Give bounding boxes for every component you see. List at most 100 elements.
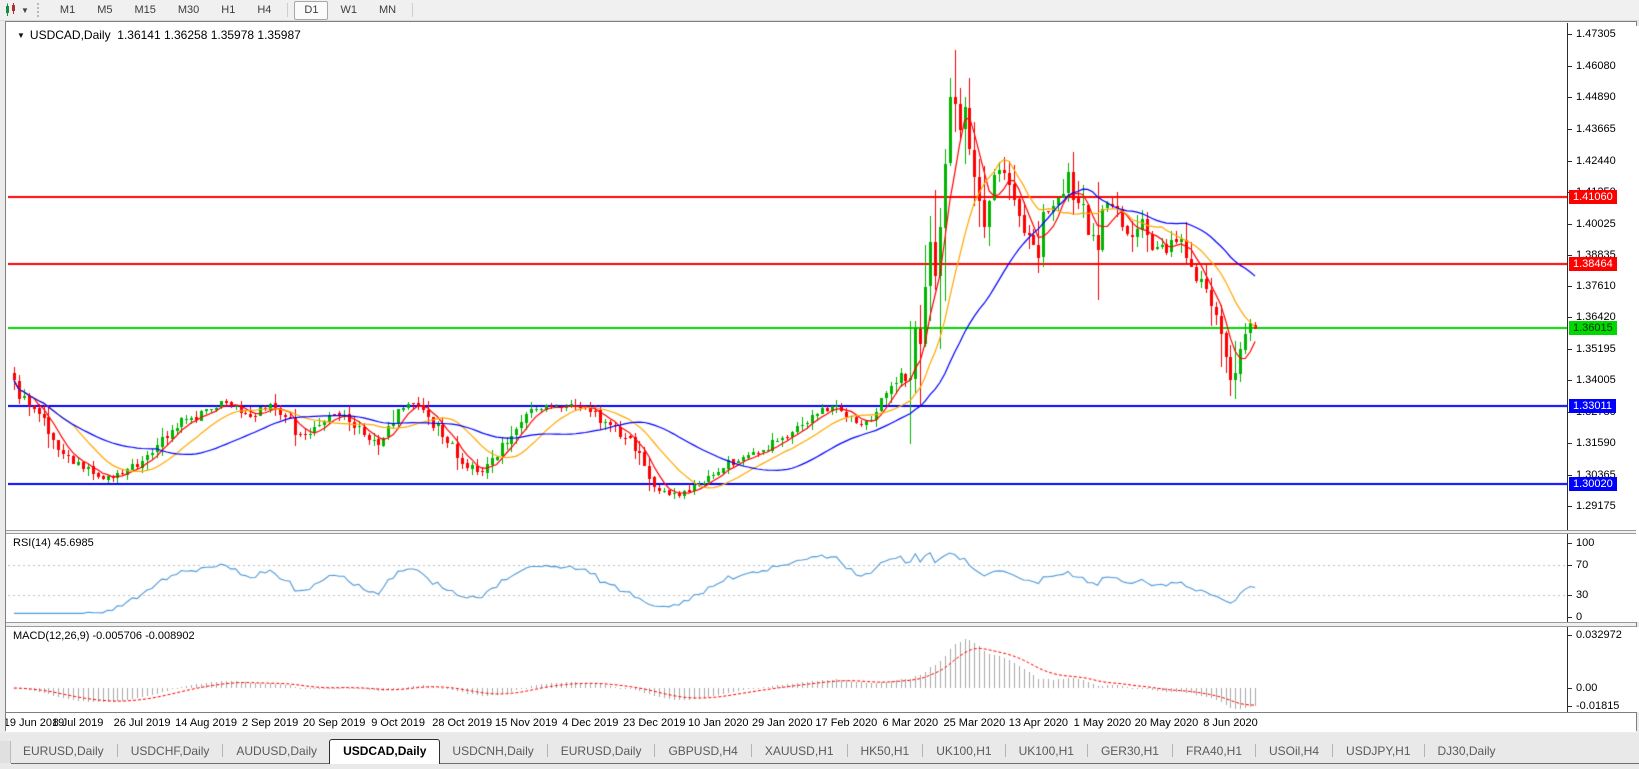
- date-axis[interactable]: 19 Jun 2019 8 Jul 2019 26 Jul 2019 14 Aug 2…: [6, 712, 1636, 732]
- macd-tick: 0.00: [1576, 682, 1598, 694]
- candlestick-tool-icon[interactable]: [3, 2, 19, 18]
- tab-xauusd-h1[interactable]: XAUUSD,H1: [753, 740, 846, 763]
- rsi-tick-mark: [1568, 543, 1572, 544]
- date-tick-label: 8 Jun 2020: [1203, 717, 1258, 729]
- price-chart-canvas[interactable]: [8, 26, 1567, 530]
- price-tick-mark: [1568, 349, 1572, 350]
- date-tick-label: 29 Jan 2020: [752, 717, 813, 729]
- tf-button-m5[interactable]: M5: [87, 1, 122, 20]
- price-tick: 1.40025: [1576, 218, 1616, 230]
- tf-button-m1[interactable]: M1: [50, 1, 85, 20]
- tab-eurusd-daily[interactable]: EURUSD,Daily: [549, 740, 654, 763]
- date-tick-label: 1 May 2020: [1073, 717, 1132, 729]
- tab-gbpusd-h4[interactable]: GBPUSD,H4: [656, 740, 749, 763]
- tab-ger30-h1[interactable]: GER30,H1: [1089, 740, 1171, 763]
- macd-indicator-canvas[interactable]: [8, 627, 1567, 712]
- collapse-triangle-icon[interactable]: ▼: [17, 31, 25, 40]
- tf-button-h4[interactable]: H4: [247, 1, 281, 20]
- price-tick-mark: [1568, 255, 1572, 256]
- rsi-tick-mark: [1568, 595, 1572, 596]
- price-tick-mark: [1568, 443, 1572, 444]
- level-price-label: 1.36015: [1569, 321, 1617, 335]
- date-tick-label: 9 Oct 2019: [371, 717, 426, 729]
- tf-button-h1[interactable]: H1: [211, 1, 245, 20]
- tf-button-m15[interactable]: M15: [124, 1, 165, 20]
- price-tick-mark: [1568, 475, 1572, 476]
- tab-usdjpy-h1[interactable]: USDJPY,H1: [1334, 740, 1422, 763]
- price-tick-mark: [1568, 286, 1572, 287]
- chart-window: ▼ USDCAD,Daily 1.36141 1.36258 1.35978 1.…: [5, 21, 1639, 732]
- macd-tick-mark: [1568, 635, 1572, 636]
- chart-symbol-label: USDCAD,Daily: [29, 28, 111, 42]
- rsi-tick: 70: [1576, 559, 1589, 571]
- pane-separator-rsi[interactable]: [6, 530, 1636, 534]
- tf-button-m30[interactable]: M30: [168, 1, 209, 20]
- rsi-indicator-canvas[interactable]: [8, 534, 1567, 622]
- tab-divider: [1171, 744, 1173, 757]
- price-tick: 1.34005: [1576, 374, 1616, 386]
- price-tick: 1.46080: [1576, 60, 1616, 72]
- date-tick-label: 20 May 2020: [1134, 717, 1199, 729]
- price-tick-mark: [1568, 506, 1572, 507]
- tab-divider: [1423, 744, 1425, 757]
- date-tick-label: 17 Feb 2020: [815, 717, 878, 729]
- tab-divider: [1086, 744, 1088, 757]
- price-tick-mark: [1568, 34, 1572, 35]
- level-price-label: 1.38464: [1569, 257, 1617, 271]
- date-tick-label: 8 Jul 2019: [52, 717, 104, 729]
- price-tick-mark: [1568, 129, 1572, 130]
- date-tick-label: 6 Mar 2020: [882, 717, 939, 729]
- price-tick: 1.47305: [1576, 28, 1616, 40]
- toolbar-separator: [287, 3, 289, 17]
- tab-divider: [750, 744, 752, 757]
- rsi-axis[interactable]: 100 70 30 0: [1568, 534, 1639, 623]
- macd-tick-mark: [1568, 688, 1572, 689]
- level-price-label: 1.30020: [1569, 477, 1617, 491]
- tab-usdcad-daily[interactable]: USDCAD,Daily: [329, 739, 441, 764]
- date-tick-label: 14 Aug 2019: [175, 717, 237, 729]
- date-tick-label: 10 Jan 2020: [687, 717, 749, 729]
- price-tick-mark: [1568, 161, 1572, 162]
- date-tick-label: 23 Dec 2019: [623, 717, 686, 729]
- tab-eurusd-daily[interactable]: EURUSD,Daily: [11, 740, 116, 763]
- price-tick: 1.35195: [1576, 343, 1616, 355]
- toolbar-grip[interactable]: [36, 3, 43, 17]
- level-price-label: 1.33011: [1569, 399, 1616, 413]
- chart-tabs: EURUSD,Daily USDCHF,Daily AUDUSD,Daily USDC…: [11, 733, 1639, 764]
- pane-separator-macd[interactable]: [6, 622, 1636, 627]
- tf-button-mn[interactable]: MN: [369, 1, 406, 20]
- level-price-label: 1.41060: [1569, 190, 1617, 204]
- chart-tab-bar: EURUSD,Daily USDCHF,Daily AUDUSD,Daily USDC…: [0, 733, 1639, 769]
- rsi-tick-mark: [1568, 617, 1572, 618]
- chart-ohlc-readout: 1.36141 1.36258 1.35978 1.35987: [117, 28, 301, 42]
- tab-divider: [222, 744, 224, 757]
- price-tick: 1.43665: [1576, 123, 1616, 135]
- caret-down-icon[interactable]: ▼: [21, 6, 29, 15]
- price-tick: 1.29175: [1576, 500, 1616, 512]
- tab-usdchf-daily[interactable]: USDCHF,Daily: [119, 740, 222, 763]
- tab-dj30-daily[interactable]: DJ30,Daily: [1426, 740, 1508, 763]
- macd-axis[interactable]: 0.032972 0.00 -0.01815: [1568, 627, 1639, 712]
- price-axis[interactable]: 1.473051.460801.448901.436651.424401.412…: [1568, 26, 1639, 534]
- macd-tick-mark: [1568, 706, 1572, 707]
- date-tick-label: 4 Dec 2019: [562, 717, 619, 729]
- date-tick-label: 2 Sep 2019: [241, 717, 299, 729]
- tab-hk50-h1[interactable]: HK50,H1: [849, 740, 922, 763]
- tab-audusd-daily[interactable]: AUDUSD,Daily: [224, 740, 329, 763]
- tab-usdcnh-daily[interactable]: USDCNH,Daily: [440, 740, 545, 763]
- tab-usoil-h4[interactable]: USOil,H4: [1257, 740, 1331, 763]
- rsi-tick: 30: [1576, 589, 1589, 601]
- tf-button-d1[interactable]: D1: [294, 0, 329, 20]
- price-tick-mark: [1568, 66, 1572, 67]
- price-tick-mark: [1568, 380, 1572, 381]
- macd-tick: -0.01815: [1576, 700, 1620, 712]
- tab-uk100-h1[interactable]: UK100,H1: [1007, 740, 1086, 763]
- rsi-tick-mark: [1568, 565, 1572, 566]
- tab-fra40-h1[interactable]: FRA40,H1: [1174, 740, 1254, 763]
- tab-divider: [546, 744, 548, 757]
- tab-uk100-h1[interactable]: UK100,H1: [924, 740, 1003, 763]
- macd-tick: 0.032972: [1576, 629, 1622, 641]
- date-tick-label: 13 Apr 2020: [1008, 717, 1069, 729]
- tab-divider: [1255, 744, 1257, 757]
- tf-button-w1[interactable]: W1: [330, 1, 367, 20]
